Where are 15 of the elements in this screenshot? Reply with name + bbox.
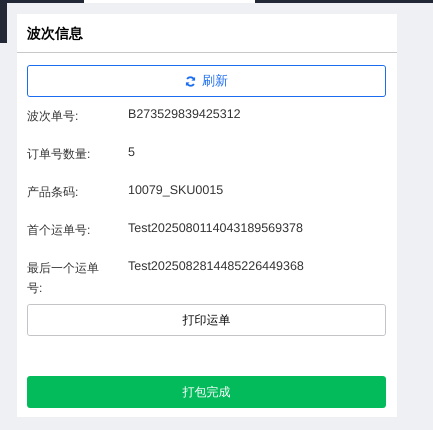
field-label: 波次单号: <box>27 108 80 125</box>
field-label: 最后一个运单号: <box>27 260 100 297</box>
print-waybill-button[interactable]: 打印运单 <box>27 304 386 336</box>
field-value: B273529839425312 <box>128 106 241 123</box>
panel-title: 波次信息 <box>27 24 83 42</box>
refresh-icon <box>185 76 196 86</box>
pack-done-button[interactable]: 打包完成 <box>27 376 386 408</box>
field-value: 5 <box>128 144 135 161</box>
field-value: 10079_SKU0015 <box>128 182 224 199</box>
field-value: Test2025080114043189569378 <box>128 220 303 237</box>
field-label: 产品条码: <box>27 184 80 201</box>
field-value: Test2025082814485226449368 <box>128 258 304 275</box>
field-label: 订单号数量: <box>27 146 92 163</box>
refresh-button[interactable]: 刷新 <box>27 65 386 97</box>
field-label: 首个运单号: <box>27 222 92 239</box>
